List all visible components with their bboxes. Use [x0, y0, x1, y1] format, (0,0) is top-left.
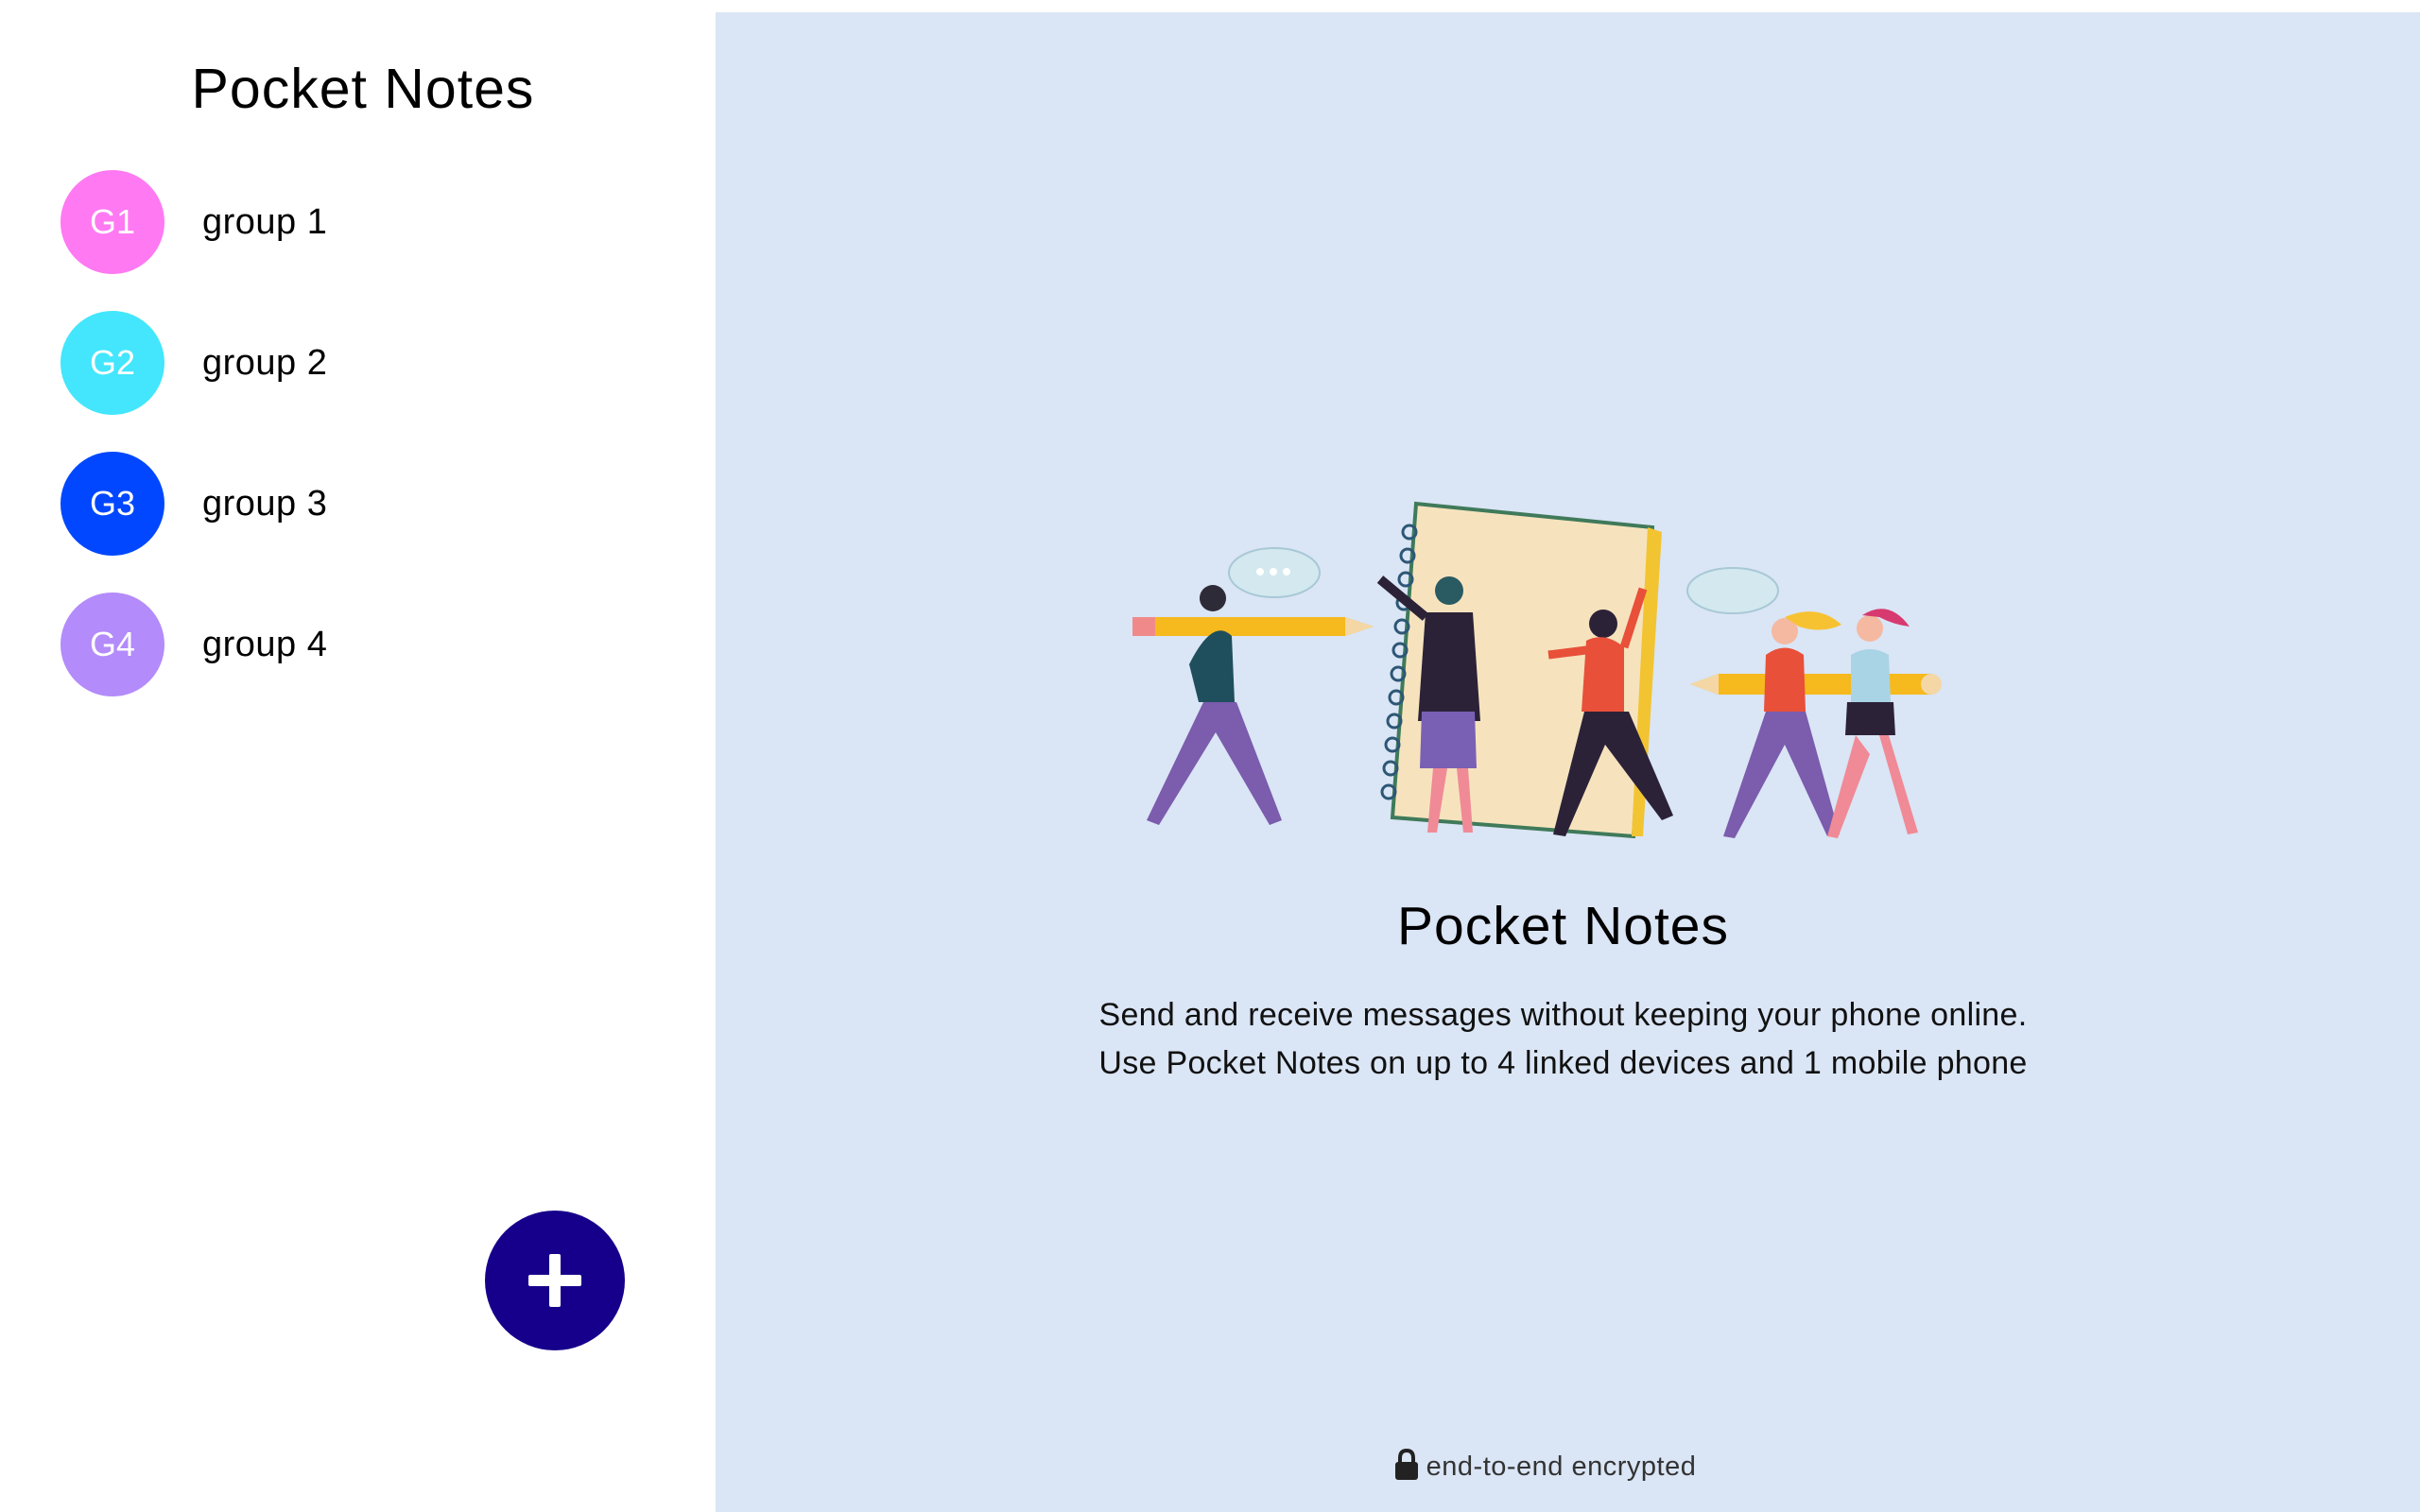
group-name: group 3 — [202, 483, 328, 524]
encryption-text: end-to-end encrypted — [1426, 1452, 1697, 1482]
group-avatar: G1 — [60, 170, 164, 274]
main-panel: Pocket Notes Send and receive messages w… — [716, 12, 2420, 1512]
group-name: group 2 — [202, 342, 328, 383]
group-name: group 4 — [202, 624, 328, 664]
description-line-1: Send and receive messages without keepin… — [1098, 997, 2028, 1033]
group-item-3[interactable]: G3 group 3 — [60, 452, 647, 556]
group-item-4[interactable]: G4 group 4 — [60, 593, 647, 696]
sidebar-title: Pocket Notes — [191, 58, 535, 120]
app-root: Pocket Notes G1 group 1 G2 group 2 G3 gr… — [0, 0, 2420, 1512]
group-avatar: G3 — [60, 452, 164, 556]
add-group-button[interactable] — [485, 1211, 625, 1350]
main-description: Send and receive messages without keepin… — [716, 991, 2411, 1088]
description-line-2: Use Pocket Notes on up to 4 linked devic… — [1098, 1045, 2028, 1081]
main-title: Pocket Notes — [1397, 896, 1729, 956]
group-list: G1 group 1 G2 group 2 G3 group 3 G4 grou… — [60, 170, 647, 733]
sidebar: Pocket Notes G1 group 1 G2 group 2 G3 gr… — [0, 0, 716, 1512]
hero-illustration — [1132, 501, 1942, 839]
group-avatar: G2 — [60, 311, 164, 415]
group-avatar: G4 — [60, 593, 164, 696]
plus-icon — [528, 1254, 581, 1307]
group-item-2[interactable]: G2 group 2 — [60, 311, 647, 415]
lock-icon — [1394, 1448, 1418, 1480]
group-item-1[interactable]: G1 group 1 — [60, 170, 647, 274]
encryption-notice: end-to-end encrypted — [716, 1448, 2375, 1483]
group-name: group 1 — [202, 201, 328, 242]
